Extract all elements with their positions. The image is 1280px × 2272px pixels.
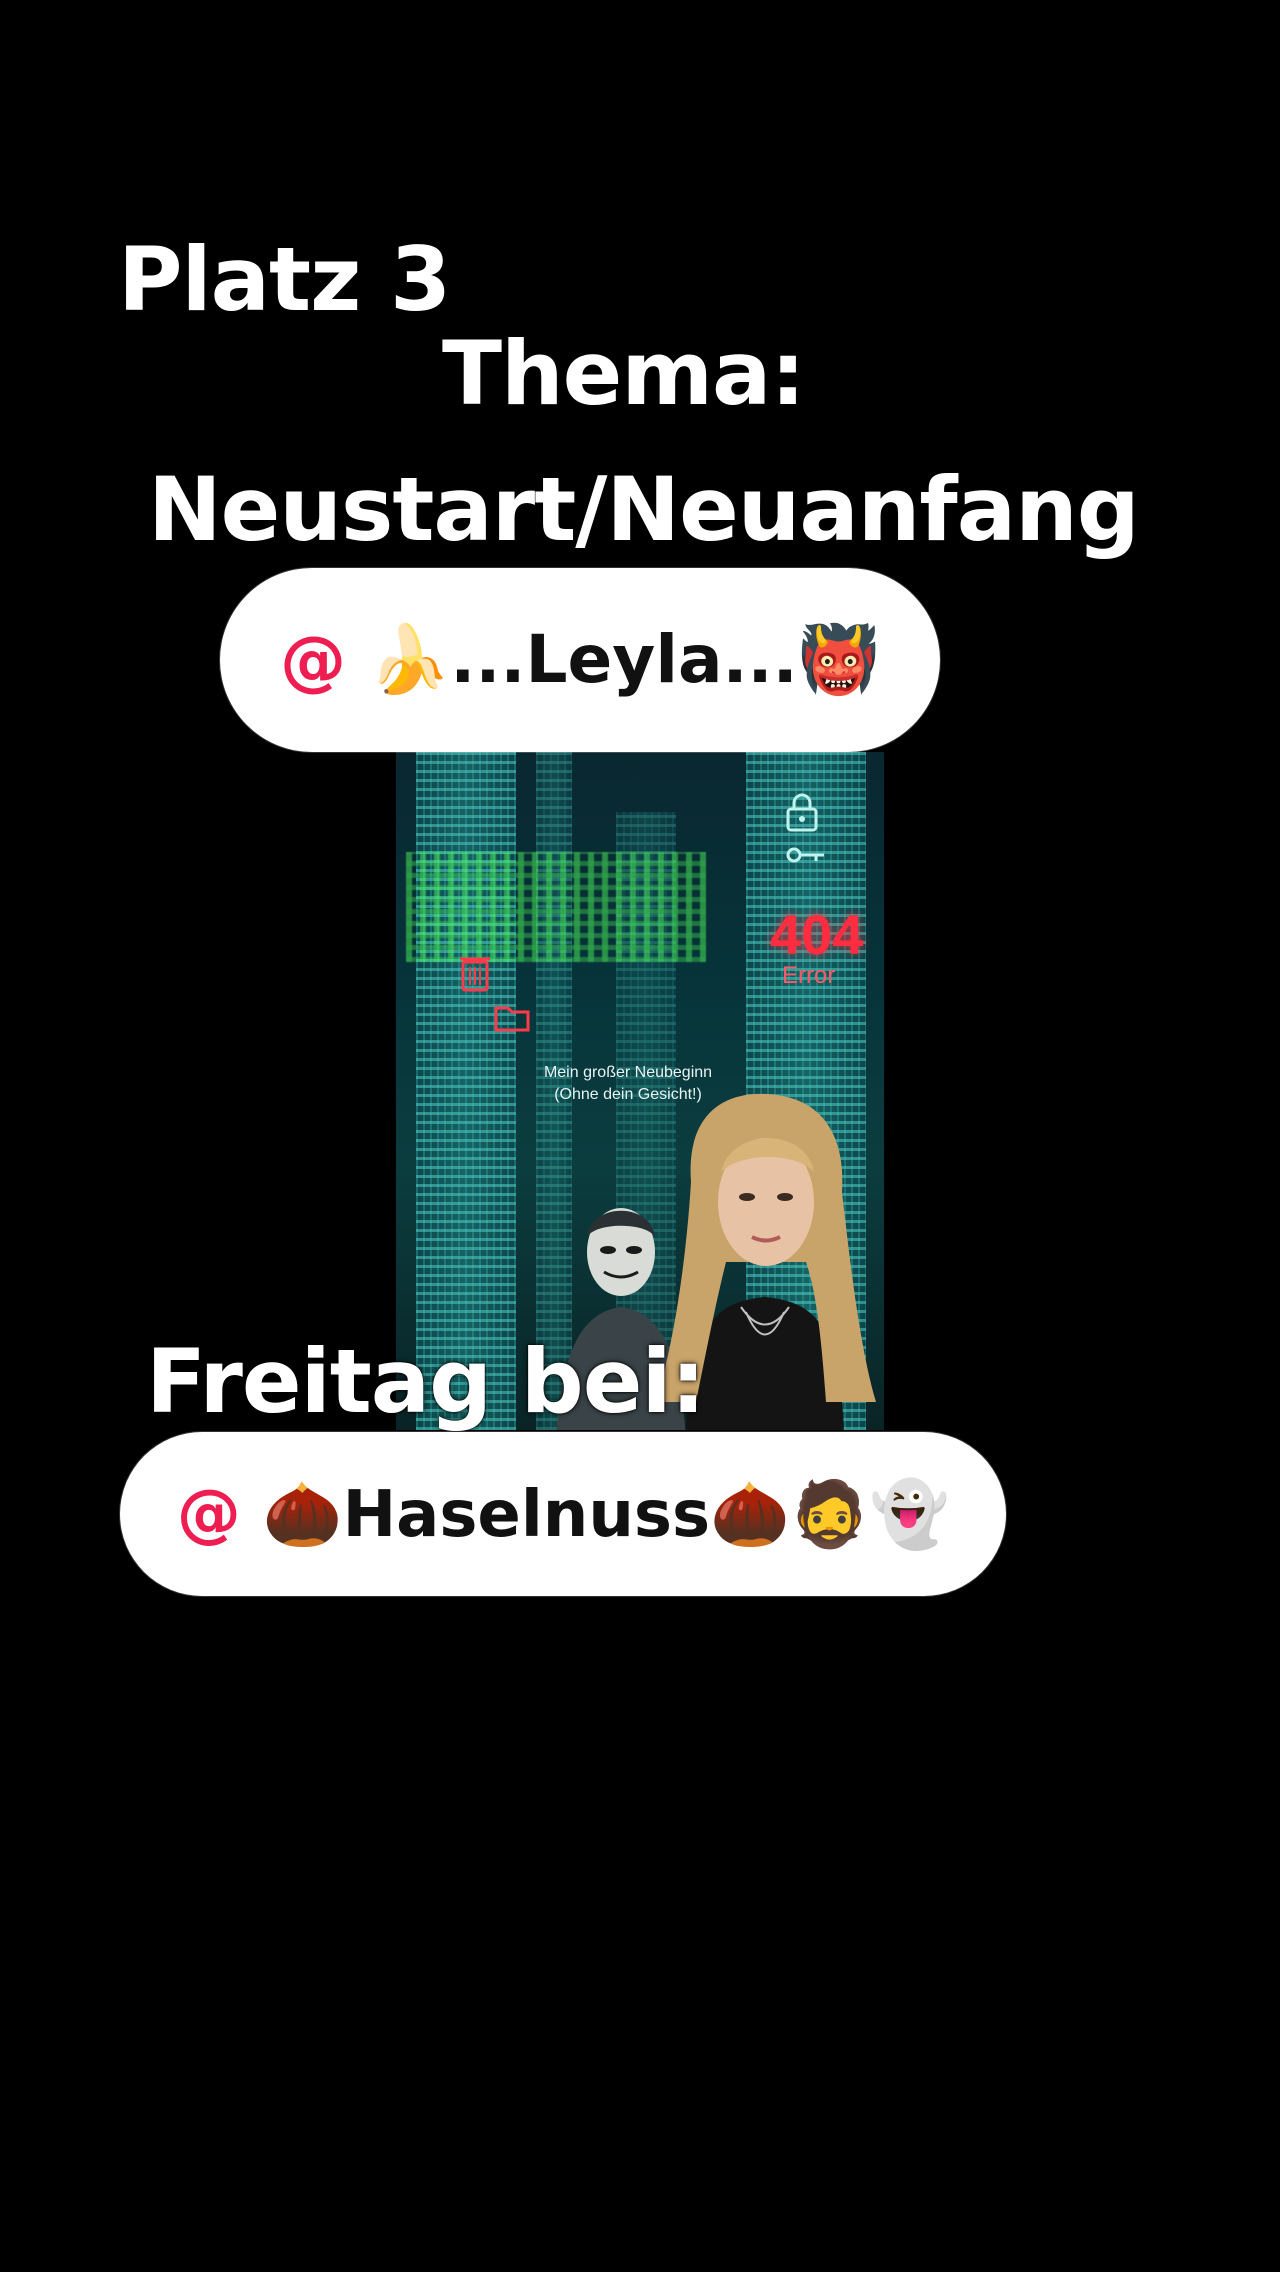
lock-icon <box>786 793 818 832</box>
video-caption-line: (Ohne dein Gesicht!) <box>554 1086 702 1103</box>
error-label-text: Error <box>782 962 836 989</box>
embedded-video-frame: 404 Error Mein großer Neubeginn (Ohne de… <box>396 752 884 1430</box>
mention-username: 🌰Haselnuss🌰🧔👻 <box>262 1477 950 1552</box>
topic-label: Thema: <box>442 322 806 425</box>
rank-caption: Platz 3 <box>118 228 451 331</box>
video-caption: Mein großer Neubeginn (Ohne dein Gesicht… <box>528 1062 728 1106</box>
at-icon: @ <box>280 621 347 699</box>
friday-label: Freitag bei: <box>146 1330 706 1433</box>
topic-value: Neustart/Neuanfang <box>148 458 1140 561</box>
trash-icon <box>460 957 490 992</box>
folder-icon <box>494 1006 530 1032</box>
error-code-text: 404 <box>770 903 864 966</box>
video-caption-line: Mein großer Neubeginn <box>543 1064 713 1081</box>
at-icon: @ <box>176 1477 241 1551</box>
key-icon <box>786 847 824 863</box>
matrix-code-glow <box>406 852 706 962</box>
mention-username: 🍌...Leyla...👹 <box>368 621 880 698</box>
mention-sticker-leyla[interactable]: @ 🍌...Leyla...👹 <box>220 568 940 752</box>
mention-sticker-haselnuss[interactable]: @ 🌰Haselnuss🌰🧔👻 <box>120 1432 1006 1596</box>
